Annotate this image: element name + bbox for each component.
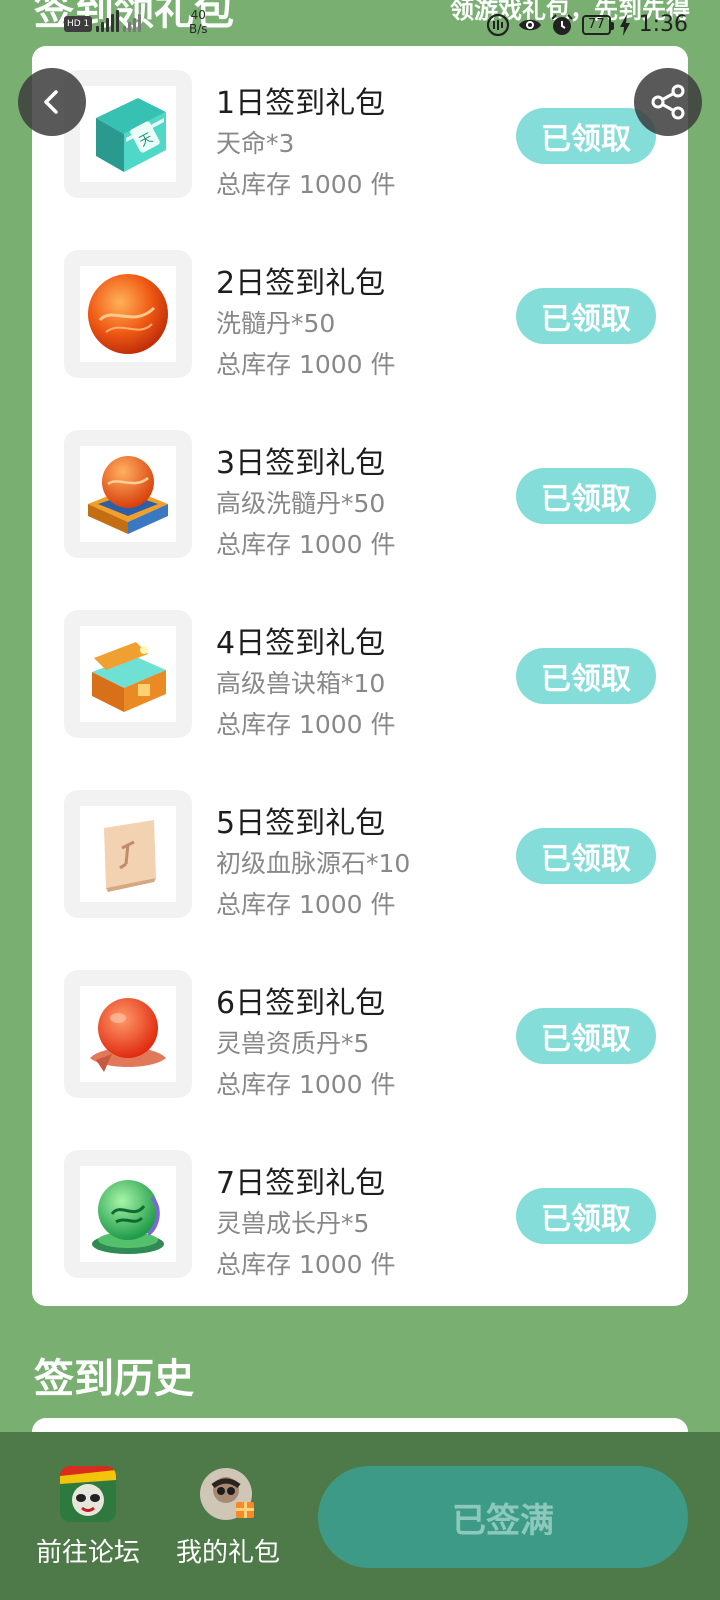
gift-content: 洗髓丹*50: [216, 309, 336, 338]
green-orb-icon: [92, 1180, 164, 1254]
claimed-button[interactable]: 已领取: [516, 1188, 656, 1244]
gift-stock: 总库存 1000 件: [216, 1250, 396, 1279]
gift-stock: 总库存 1000 件: [216, 1070, 396, 1099]
network-speed-unit: B/s: [189, 22, 208, 36]
gift-thumbnail: [64, 610, 192, 738]
gift-stock: 总库存 1000 件: [216, 530, 396, 559]
gift-content: 初级血脉源石*10: [216, 849, 411, 878]
forum-tab[interactable]: 前往论坛: [28, 1466, 148, 1576]
gift-stock: 总库存 1000 件: [216, 710, 396, 739]
gift-title: 2日签到礼包: [216, 266, 386, 301]
claimed-button[interactable]: 已领取: [516, 468, 656, 524]
red-orb-icon: [90, 998, 166, 1072]
gift-title: 5日签到礼包: [216, 806, 386, 841]
history-heading: 签到历史: [34, 1356, 194, 1402]
bottom-bar: 前往论坛 我的礼包 已签满: [0, 1432, 720, 1600]
gift-title: 1日签到礼包: [216, 86, 386, 121]
hd-badge: HD 1: [64, 16, 93, 32]
gift-list-card: 天 1日签到礼包 天命*3 总库存 1000 件 已领取 2日签到礼包 洗髓丹*…: [32, 46, 688, 1306]
charging-icon: [619, 13, 630, 36]
gift-thumbnail: [64, 1150, 192, 1278]
signin-full-button[interactable]: 已签满: [318, 1466, 688, 1568]
forum-tab-label: 前往论坛: [35, 1538, 140, 1568]
claimed-button[interactable]: 已领取: [516, 828, 656, 884]
gift-row: 5日签到礼包 初级血脉源石*10 总库存 1000 件 已领取: [32, 766, 688, 919]
gift-thumbnail: [64, 250, 192, 378]
gift-row: 3日签到礼包 高级洗髓丹*50 总库存 1000 件 已领取: [32, 406, 688, 559]
network-speed-value: 40: [190, 8, 206, 22]
claimed-button[interactable]: 已领取: [516, 648, 656, 704]
gift-content: 天命*3: [216, 129, 295, 158]
stone-tablet-icon: [104, 820, 156, 892]
gift-row: 4日签到礼包 高级兽诀箱*10 总库存 1000 件 已领取: [32, 586, 688, 739]
gift-row: 7日签到礼包 灵兽成长丹*5 总库存 1000 件 已领取: [32, 1126, 688, 1279]
treasure-chest-icon: [92, 642, 166, 712]
forum-game-icon: [60, 1466, 116, 1522]
chevron-left-icon: [44, 90, 58, 114]
gift-row: 6日签到礼包 灵兽资质丹*5 总库存 1000 件 已领取: [32, 946, 688, 1099]
status-bar-left: HD 1: [64, 10, 142, 32]
gift-thumbnail: [64, 970, 192, 1098]
book-icon: 天: [96, 98, 166, 172]
signal-strength-secondary-icon: [123, 10, 142, 32]
gift-content: 高级兽诀箱*10: [216, 669, 386, 698]
signal-strength-icon: [96, 10, 120, 32]
claimed-button[interactable]: 已领取: [516, 288, 656, 344]
orange-orb-icon: [88, 274, 168, 354]
gift-thumbnail: [64, 430, 192, 558]
gift-title: 3日签到礼包: [216, 446, 386, 481]
gift-row: 2日签到礼包 洗髓丹*50 总库存 1000 件 已领取: [32, 226, 688, 379]
clock: 1:36: [638, 12, 688, 37]
eye-comfort-icon: [519, 19, 542, 30]
orb-on-box-icon: [88, 456, 168, 534]
data-saver-icon: [486, 13, 510, 36]
gift-content: 灵兽成长丹*5: [216, 1209, 370, 1238]
gift-title: 7日签到礼包: [216, 1166, 386, 1201]
gift-title: 6日签到礼包: [216, 986, 386, 1021]
claimed-button[interactable]: 已领取: [516, 108, 656, 164]
share-button[interactable]: [634, 68, 702, 136]
gift-title: 4日签到礼包: [216, 626, 386, 661]
gift-content: 灵兽资质丹*5: [216, 1029, 370, 1058]
avatar-gift-icon: [200, 1468, 254, 1520]
network-speed: 40 B/s: [189, 8, 208, 36]
status-bar-right: 77 1:36: [486, 12, 688, 37]
share-icon: [651, 84, 685, 120]
back-button[interactable]: [18, 68, 86, 136]
gift-thumbnail: [64, 790, 192, 918]
alarm-icon: [551, 13, 573, 35]
claimed-button[interactable]: 已领取: [516, 1008, 656, 1064]
gift-stock: 总库存 1000 件: [216, 170, 396, 199]
gift-stock: 总库存 1000 件: [216, 350, 396, 379]
gift-content: 高级洗髓丹*50: [216, 489, 386, 518]
my-gifts-tab-label: 我的礼包: [175, 1538, 280, 1568]
gift-stock: 总库存 1000 件: [216, 890, 396, 919]
gift-row: 天 1日签到礼包 天命*3 总库存 1000 件 已领取: [32, 46, 688, 199]
my-gifts-tab[interactable]: 我的礼包: [168, 1466, 288, 1576]
battery-level: 77: [582, 14, 614, 35]
